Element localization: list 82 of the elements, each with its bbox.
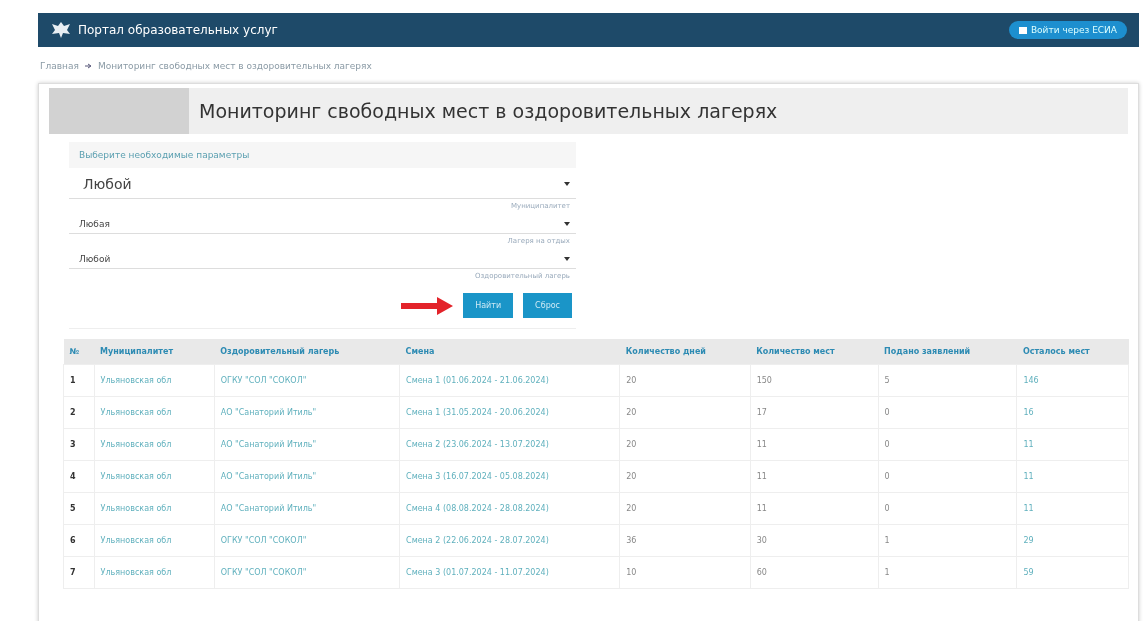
table-cell: АО "Санаторий Итиль" (214, 396, 400, 429)
column-header: Смена (399, 339, 620, 365)
table-cell: 11 (750, 428, 879, 461)
table-cell: Ульяновская обл (94, 364, 215, 397)
column-header: Количество дней (619, 339, 751, 365)
column-header: Подано заявлений (878, 339, 1017, 365)
table-cell: 11 (1016, 428, 1129, 461)
table-cell: 16 (1016, 396, 1129, 429)
table-cell: Смена 2 (22.06.2024 - 28.07.2024) (399, 524, 620, 557)
table-cell: 20 (619, 396, 751, 429)
table-cell: 20 (619, 492, 751, 525)
table-cell: 17 (750, 396, 879, 429)
table-cell: Смена 3 (16.07.2024 - 05.08.2024) (399, 460, 620, 493)
table-cell: 11 (750, 460, 879, 493)
table-cell: 29 (1016, 524, 1129, 557)
table-cell: 6 (63, 524, 95, 557)
table-cell: 20 (619, 460, 751, 493)
column-header: Оздоровительный лагерь (214, 339, 400, 365)
table-cell: 2 (63, 396, 95, 429)
arrow-icon (401, 296, 454, 315)
table-cell: 7 (63, 556, 95, 589)
login-button[interactable]: Войти через ЕСИА (1008, 21, 1127, 39)
breadcrumb-item: Мониторинг свободных мест в оздоровительных лагерях (97, 61, 372, 71)
table-cell: 0 (878, 460, 1017, 493)
table-cell: Ульяновская обл (94, 396, 215, 429)
table-cell: 146 (1016, 364, 1129, 397)
table-cell: АО "Санаторий Итиль" (214, 492, 400, 525)
table-cell: 1 (878, 556, 1017, 589)
table-cell: 0 (878, 428, 1017, 461)
select-field[interactable]: Любой (69, 248, 576, 269)
table-cell: Ульяновская обл (94, 492, 215, 525)
breadcrumb-item[interactable]: Главная (40, 61, 79, 71)
table-cell: 1 (878, 524, 1017, 557)
table-cell: 5 (63, 492, 95, 525)
table-cell: 150 (750, 364, 879, 397)
table-cell: Смена 1 (31.05.2024 - 20.06.2024) (399, 396, 620, 429)
table-cell: Смена 2 (23.06.2024 - 13.07.2024) (399, 428, 620, 461)
emblem-icon (50, 20, 72, 40)
table-cell: 3 (63, 428, 95, 461)
form-button[interactable]: Сброс (523, 293, 572, 318)
table-cell: 4 (63, 460, 95, 493)
table-cell: ОГКУ "СОЛ "СОКОЛ" (214, 364, 400, 397)
table-cell: 1 (63, 364, 95, 397)
table-cell: 0 (878, 396, 1017, 429)
form-button[interactable]: Найти (463, 293, 514, 318)
caret-icon (564, 182, 570, 186)
table-cell: 5 (878, 364, 1017, 397)
table-cell: Ульяновская обл (94, 460, 215, 493)
table-cell: ОГКУ "СОЛ "СОКОЛ" (214, 524, 400, 557)
caret-icon (564, 257, 570, 261)
column-header: Осталось мест (1016, 339, 1129, 365)
table-cell: 20 (619, 364, 751, 397)
table-cell: 30 (750, 524, 879, 557)
table-cell: Смена 3 (01.07.2024 - 11.07.2024) (399, 556, 620, 589)
arrow-icon (84, 63, 92, 69)
select-field[interactable]: Любой (69, 168, 576, 199)
table-cell: Смена 4 (08.08.2024 - 28.08.2024) (399, 492, 620, 525)
table-cell: 59 (1016, 556, 1129, 589)
table-cell: Ульяновская обл (94, 524, 215, 557)
table-cell: Ульяновская обл (94, 428, 215, 461)
table-cell: 0 (878, 492, 1017, 525)
page-title: Мониторинг свободных мест в оздоровительных лагерях (199, 100, 778, 122)
table-cell: Смена 1 (01.06.2024 - 21.06.2024) (399, 364, 620, 397)
filters-heading: Выберите необходимые параметры (69, 142, 576, 168)
column-header: Количество мест (750, 339, 879, 365)
table-cell: АО "Санаторий Итиль" (214, 428, 400, 461)
portal-title: Портал образовательных услуг (78, 23, 278, 37)
column-header: Муниципалитет (94, 339, 215, 365)
table-cell: 11 (1016, 460, 1129, 493)
table-cell: 11 (1016, 492, 1129, 525)
table-cell: ОГКУ "СОЛ "СОКОЛ" (214, 556, 400, 589)
table-cell: 10 (619, 556, 751, 589)
caret-icon (564, 222, 570, 226)
select-field[interactable]: Любая (69, 213, 576, 234)
table-cell: 36 (619, 524, 751, 557)
book-icon (1018, 26, 1027, 34)
table-cell: Ульяновская обл (94, 556, 215, 589)
table-cell: АО "Санаторий Итиль" (214, 460, 400, 493)
column-header: № (63, 339, 95, 365)
table-cell: 20 (619, 428, 751, 461)
table-cell: 11 (750, 492, 879, 525)
table-cell: 60 (750, 556, 879, 589)
